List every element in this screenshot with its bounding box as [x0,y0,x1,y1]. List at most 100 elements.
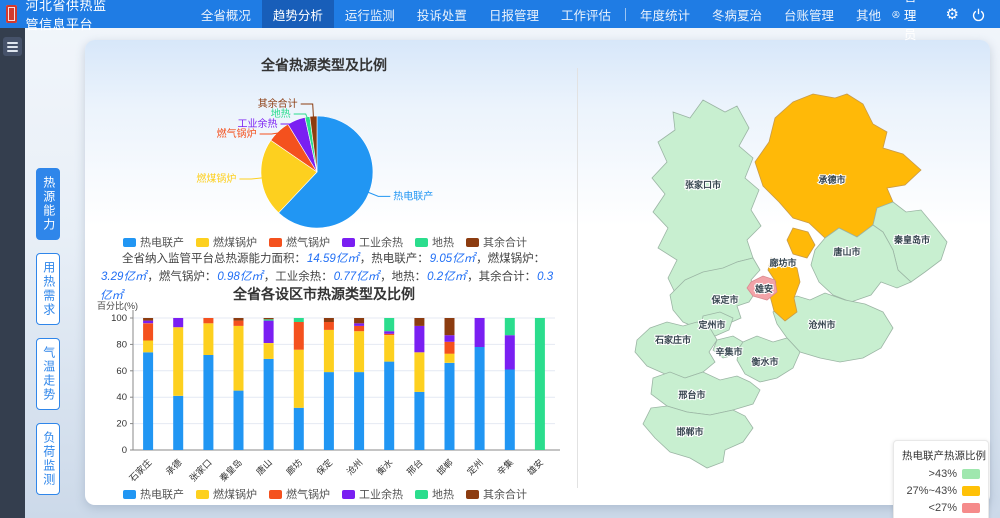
logout-power-icon[interactable] [971,7,986,22]
bar-segment [173,318,183,327]
y-tick-label: 60 [116,366,127,377]
legend-item[interactable]: 热电联产 [123,486,184,502]
map-legend-row: <27% [902,502,980,514]
stats-label: ，热电联产： [360,253,429,265]
bar-segment [414,326,424,352]
nav-item-other[interactable]: 其他 [845,0,892,28]
y-axis-title: 百分比(%) [97,300,138,311]
bar-segment [264,359,274,450]
map-label-qinhuangdao: 秦皇岛市 [893,234,930,245]
x-category-label: 衡水 [374,457,395,478]
bar-segment [354,318,364,323]
bar-segment [445,335,455,342]
y-tick-label: 20 [116,419,127,430]
bar-segment [384,362,394,450]
pie-label: 热电联产 [393,189,433,202]
map-region-shijiazhuang[interactable] [635,322,717,378]
legend-label: 热电联产 [140,486,184,502]
side-tab-load-monitor[interactable]: 负荷监测 [36,423,60,495]
map-label-hengshui: 衡水市 [751,356,778,367]
legend-item[interactable]: 工业余热 [342,234,403,250]
map-label-zhangjiakou: 张家口市 [685,179,721,190]
legend-item[interactable]: 地热 [415,486,454,502]
bar-segment [414,392,424,450]
map-label-shijiazhuang: 石家庄市 [654,334,691,345]
map-legend-title: 热电联产热源比例 [902,448,980,463]
pie-label-line [301,104,314,118]
map-legend-swatch [962,486,980,496]
nav-item-ledger[interactable]: 台账管理 [773,0,845,28]
stats-value: 14.59亿㎡ [307,253,359,265]
bar-segment [535,318,545,450]
legend-item[interactable]: 地热 [415,234,454,250]
nav-item-annual-stats[interactable]: 年度统计 [629,0,701,28]
legend-item[interactable]: 工业余热 [342,486,403,502]
pie-chart-title: 全省热源类型及比例 [85,55,563,75]
nav-item-operation-monitor[interactable]: 运行监测 [334,0,406,28]
side-tab-heat-demand[interactable]: 用热需求 [36,253,60,325]
pie-chart: 热电联产燃煤锅炉其余合计地热工业余热燃气锅炉 [95,78,555,230]
nav-item-winter-summer[interactable]: 冬病夏治 [701,0,773,28]
x-category-label: 邯郸 [434,457,455,478]
settings-gear-icon[interactable]: ⚙ [946,7,959,22]
stats-value: 0.98亿㎡ [217,271,262,283]
stats-value: 3.29亿㎡ [101,271,146,283]
side-tab-temperature-trend[interactable]: 气温走势 [36,338,60,410]
legend-item[interactable]: 燃煤锅炉 [196,486,257,502]
legend-item[interactable]: 其余合计 [466,486,527,502]
user-menu[interactable]: 管理员 35 [892,0,924,43]
legend-item[interactable]: 燃气锅炉 [269,234,330,250]
bar-segment [445,363,455,450]
bar-segment [384,335,394,361]
bar-segment [173,396,183,450]
legend-swatch [466,490,479,499]
map-region-handan[interactable] [643,406,753,468]
user-icon [892,7,900,22]
map-label-dingzhou: 定州市 [697,319,725,330]
y-tick-label: 80 [116,339,127,350]
legend-swatch [415,238,428,247]
legend-item[interactable]: 热电联产 [123,234,184,250]
legend-item[interactable]: 其余合计 [466,234,527,250]
bar-segment [173,327,183,396]
bar-segment [445,318,455,335]
side-tab-heat-source-capacity[interactable]: 热源能力 [36,168,60,240]
bar-segment [505,335,515,369]
bar-segment [234,321,244,326]
map-legend-row: >43% [902,468,980,480]
bar-segment [264,321,274,343]
bar-segment [445,354,455,363]
bar-segment [414,318,424,326]
side-tab-group: 热源能力 用热需求 气温走势 负荷监测 [36,168,60,495]
nav-item-work-evaluation[interactable]: 工作评估 [550,0,622,28]
user-name: 管理员 [904,0,924,43]
x-category-label: 定州 [464,457,485,478]
stats-label: ，燃气锅炉： [147,271,216,283]
nav-item-complaint-handling[interactable]: 投诉处置 [406,0,478,28]
map-label-tangshan: 唐山市 [833,246,860,257]
map-legend-row: 27%~43% [902,485,980,497]
user-area: 管理员 35 ⚙ [892,0,1000,43]
pie-label-line [239,178,263,179]
app-title: 河北省供热监管信息平台 [25,0,119,33]
nav-item-trend-analysis[interactable]: 趋势分析 [262,0,334,28]
nav-item-overview[interactable]: 全省概况 [190,0,262,28]
bar-segment [354,331,364,372]
stats-value: 9.05亿㎡ [430,253,475,265]
bar-segment [384,334,394,335]
pie-label: 燃气锅炉 [217,127,257,140]
bar-segment [234,318,244,321]
bar-segment [384,318,394,331]
map-legend-swatch [962,469,980,479]
map-label-xingtai: 邢台市 [678,389,705,400]
map-label-langfang: 廊坊市 [769,257,796,268]
legend-item[interactable]: 燃气锅炉 [269,486,330,502]
y-tick-label: 100 [111,313,127,324]
menu-toggle-button[interactable] [3,37,22,56]
map-region-langfang-north[interactable] [787,228,815,258]
x-category-label: 石家庄 [127,457,154,484]
bar-segment [505,370,515,451]
nav-item-daily-report[interactable]: 日报管理 [478,0,550,28]
legend-item[interactable]: 燃煤锅炉 [196,234,257,250]
map-label-chengde: 承德市 [818,174,845,185]
